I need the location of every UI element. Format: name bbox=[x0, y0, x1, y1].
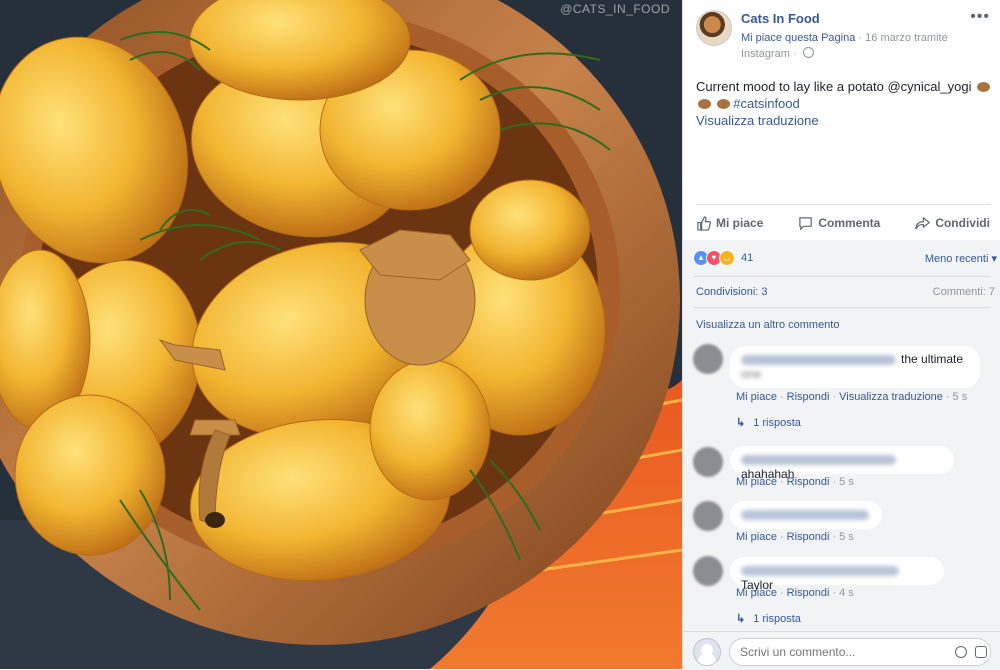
like-button-label: Mi piace bbox=[716, 216, 764, 230]
comment-actions: Mi piace · Rispondi · Visualizza traduzione ·… bbox=[736, 391, 968, 403]
comment-composer bbox=[683, 631, 1000, 670]
commenter-avatar[interactable] bbox=[693, 501, 723, 531]
commenter-avatar[interactable] bbox=[693, 344, 723, 374]
comment-button[interactable]: Commenta bbox=[798, 216, 880, 231]
thumbs-up-icon bbox=[697, 215, 711, 231]
potato-emoji-icon bbox=[716, 99, 730, 109]
potato-emoji-icon bbox=[698, 99, 711, 109]
post-caption: Current mood to lay like a potato @cynic… bbox=[696, 78, 991, 129]
commenter-name-blurred[interactable] bbox=[741, 354, 896, 365]
post-side-panel: Cats In Food Mi piace questa Pagina · 16… bbox=[682, 0, 1000, 670]
comment-actions: Mi piace · Rispondi · 5 s bbox=[736, 531, 854, 543]
translate-link[interactable]: Visualizza traduzione bbox=[696, 113, 819, 128]
post-date[interactable]: 16 marzo tramite bbox=[865, 32, 948, 44]
shares-count-link[interactable]: Condivisioni: 3 bbox=[696, 286, 768, 298]
hashtag-link[interactable]: #catsinfood bbox=[733, 96, 800, 111]
meta-separator: · bbox=[789, 48, 800, 60]
comment-time[interactable]: 5 s bbox=[839, 476, 854, 488]
divider bbox=[693, 276, 991, 277]
share-button[interactable]: Condividi bbox=[915, 216, 990, 231]
user-avatar[interactable] bbox=[693, 638, 721, 666]
comment-bubble: the ultimate one bbox=[730, 346, 980, 388]
post-photo[interactable]: @CATS_IN_FOOD bbox=[0, 0, 682, 669]
comment-text: the ultimate bbox=[901, 352, 964, 366]
more-options-icon[interactable]: ••• bbox=[970, 8, 990, 26]
comment-time[interactable]: 4 s bbox=[839, 587, 854, 599]
comment-bubble bbox=[730, 501, 882, 529]
comment-like-link[interactable]: Mi piace bbox=[736, 391, 777, 403]
comment-translate-link[interactable]: Visualizza traduzione bbox=[839, 391, 943, 403]
comment-actions: Mi piace · Rispondi · 4 s bbox=[736, 587, 854, 599]
commenter-name-blurred[interactable] bbox=[741, 454, 896, 465]
composer-icons bbox=[955, 646, 987, 658]
comment-reply-link[interactable]: Rispondi bbox=[787, 476, 830, 488]
divider bbox=[693, 307, 991, 308]
camera-icon[interactable] bbox=[975, 646, 987, 658]
comment-actions: Mi piace · Rispondi · 5 s bbox=[736, 476, 854, 488]
comment-bubble: ahahahah bbox=[730, 446, 954, 481]
comments-count[interactable]: Commenti: 7 bbox=[933, 286, 995, 298]
reactions-summary[interactable]: ▲ ♥ ◡ 41 bbox=[693, 250, 753, 266]
commenter-name-blurred[interactable] bbox=[741, 565, 899, 576]
view-more-comments-link[interactable]: Visualizza un altro commento bbox=[696, 319, 839, 331]
reaction-count: 41 bbox=[741, 252, 754, 264]
comment-like-link[interactable]: Mi piace bbox=[736, 587, 777, 599]
post-actions-bar: Mi piace Commenta Condividi bbox=[696, 204, 990, 241]
view-replies-link[interactable]: ↳ 1 risposta bbox=[736, 612, 801, 625]
comment-time[interactable]: 5 s bbox=[953, 391, 968, 403]
comment-like-link[interactable]: Mi piace bbox=[736, 476, 777, 488]
page-avatar[interactable] bbox=[696, 10, 732, 46]
commenter-avatar[interactable] bbox=[693, 447, 723, 477]
commenter-avatar[interactable] bbox=[693, 556, 723, 586]
caption-text: Current mood to lay like a potato @cynic… bbox=[696, 79, 972, 94]
reply-arrow-icon: ↳ bbox=[736, 613, 746, 625]
globe-icon bbox=[802, 47, 814, 58]
comment-bubble: Taylor bbox=[730, 557, 944, 592]
comment-icon bbox=[799, 216, 813, 231]
share-icon bbox=[915, 216, 931, 229]
potato-bowl-image bbox=[0, 0, 682, 669]
comment-time[interactable]: 5 s bbox=[839, 531, 854, 543]
reply-arrow-icon: ↳ bbox=[736, 417, 746, 429]
comments-section: ▲ ♥ ◡ 41 Meno recenti ▾ Condivisioni: 3 … bbox=[683, 240, 1000, 669]
emoji-icon[interactable] bbox=[955, 646, 967, 658]
comment-sort-dropdown[interactable]: Meno recenti ▾ bbox=[925, 252, 997, 265]
share-button-label: Condividi bbox=[935, 216, 990, 230]
potato-emoji-icon bbox=[977, 82, 991, 92]
post-header: Cats In Food Mi piace questa Pagina · 16… bbox=[683, 0, 1000, 66]
like-page-link[interactable]: Mi piace questa Pagina bbox=[741, 32, 855, 44]
commenter-name-blurred[interactable] bbox=[741, 509, 869, 520]
comment-button-label: Commenta bbox=[818, 216, 881, 230]
comment-text-blurred: one bbox=[741, 367, 762, 381]
comment-input[interactable] bbox=[729, 638, 991, 666]
comment-like-link[interactable]: Mi piace bbox=[736, 531, 777, 543]
photo-watermark: @CATS_IN_FOOD bbox=[560, 2, 670, 16]
source-link[interactable]: Instagram bbox=[741, 48, 790, 60]
post-source: Instagram · bbox=[741, 47, 814, 60]
comment-reply-link[interactable]: Rispondi bbox=[787, 531, 830, 543]
page-name-link[interactable]: Cats In Food bbox=[741, 11, 820, 26]
haha-reaction-icon: ◡ bbox=[719, 250, 735, 266]
comment-reply-link[interactable]: Rispondi bbox=[787, 391, 830, 403]
like-button[interactable]: Mi piace bbox=[696, 215, 764, 231]
view-replies-link[interactable]: ↳ 1 risposta bbox=[736, 416, 801, 429]
comment-reply-link[interactable]: Rispondi bbox=[787, 587, 830, 599]
post-meta: Mi piace questa Pagina · 16 marzo tramit… bbox=[741, 32, 948, 44]
